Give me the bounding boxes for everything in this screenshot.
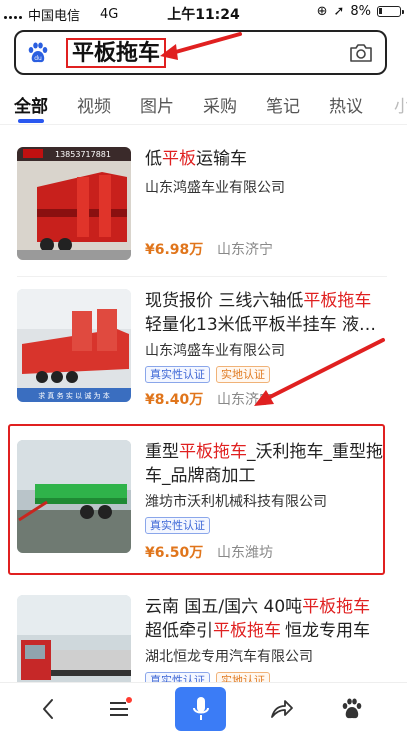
voice-search-button[interactable] <box>175 687 226 731</box>
verified-badge: 真实性认证 <box>145 672 210 682</box>
tab-video[interactable]: 视频 <box>77 92 111 117</box>
annotation-highlight-box <box>8 424 385 575</box>
baidu-paw-icon: du <box>28 42 48 63</box>
result-thumbnail[interactable] <box>17 595 131 682</box>
baidu-paw-icon <box>342 698 362 719</box>
notification-dot <box>126 697 132 703</box>
result-card[interactable]: 云南 国五/国六 40吨平板拖车超低牵引平板拖车 恒龙专用车 湖北恒龙专用汽车有限… <box>0 585 407 682</box>
thumb-slogan-text: 求 真 务 实 以 诚 为 本 <box>38 391 110 400</box>
result-thumbnail[interactable]: 求 真 务 实 以 诚 为 本 <box>17 289 131 402</box>
search-query-text[interactable]: 平板拖车 <box>66 38 167 68</box>
result-price: ¥8.40万 <box>145 392 204 408</box>
active-tab-indicator <box>18 119 44 123</box>
result-company: 湖北恒龙专用汽车有限公司 <box>145 649 313 665</box>
camera-icon[interactable] <box>349 43 373 63</box>
search-tabs: 全部 视频 图片 采购 笔记 热议 小 <box>0 86 407 120</box>
title-text: 轻量化13米低平板半挂车 液… <box>145 315 377 335</box>
result-company: 山东鸿盛车业有限公司 <box>145 343 285 359</box>
baidu-home-button[interactable] <box>332 691 372 727</box>
title-keyword: 平板拖车 <box>303 291 372 311</box>
result-title[interactable]: 现货报价 三线六轴低平板拖车轻量化13米低平板半挂车 液… <box>145 289 385 337</box>
back-button[interactable] <box>28 691 68 727</box>
menu-button[interactable] <box>99 691 139 727</box>
microphone-icon <box>192 697 209 720</box>
onsite-badge: 实地认证 <box>216 672 270 682</box>
result-price: ¥6.98万 <box>145 242 204 258</box>
title-text: 运输车 <box>196 149 247 169</box>
result-title[interactable]: 低平板运输车 <box>145 147 385 171</box>
bottom-toolbar <box>0 682 407 735</box>
search-box[interactable]: du 平板拖车 <box>14 30 387 75</box>
tab-notes[interactable]: 笔记 <box>266 92 300 117</box>
share-button[interactable] <box>262 691 302 727</box>
result-separator <box>17 276 387 277</box>
result-location: 山东济宁 <box>217 392 273 408</box>
result-location: 山东济宁 <box>217 242 273 258</box>
tab-purchase[interactable]: 采购 <box>203 92 237 117</box>
result-card[interactable]: 求 真 务 实 以 诚 为 本 现货报价 三线六轴低平板拖车轻量化13米低平板半… <box>0 279 407 419</box>
battery-icon <box>377 6 404 17</box>
tab-all[interactable]: 全部 <box>14 92 48 117</box>
share-icon <box>271 700 293 718</box>
title-keyword: 平板拖车 <box>302 597 371 617</box>
title-text: 现货报价 三线六轴低 <box>145 291 304 311</box>
result-title[interactable]: 云南 国五/国六 40吨平板拖车超低牵引平板拖车 恒龙专用车 <box>145 595 385 643</box>
tab-hot[interactable]: 热议 <box>329 92 363 117</box>
title-text: 恒龙专用车 <box>285 621 370 641</box>
title-keyword: 平板拖车 <box>213 621 281 641</box>
thumb-phone-text: 13853717881 <box>55 150 111 159</box>
svg-text:du: du <box>34 55 42 62</box>
battery-percent: 8% <box>350 4 371 19</box>
result-company: 山东鸿盛车业有限公司 <box>145 180 285 196</box>
truck-image <box>17 595 131 682</box>
onsite-badge: 实地认证 <box>216 366 270 383</box>
truck-image: 13853717881 <box>17 147 131 260</box>
lock-rotation-icon: ⊕ <box>316 4 328 19</box>
verified-badge: 真实性认证 <box>145 366 210 383</box>
title-text: 超低牵引 <box>145 621 213 641</box>
location-icon: ➚ <box>333 4 345 19</box>
status-bar: 中国电信 4G 上午11:24 ⊕ ➚ 8% <box>0 0 407 26</box>
result-card[interactable]: 13853717881 低平板运输车 山东鸿盛车业有限公司 ¥6.98万 山东济… <box>0 137 407 277</box>
tab-images[interactable]: 图片 <box>140 92 174 117</box>
tabs-divider <box>0 124 407 125</box>
tab-more-partial[interactable]: 小 <box>394 92 407 117</box>
truck-image: 求 真 务 实 以 诚 为 本 <box>17 289 131 402</box>
result-thumbnail[interactable]: 13853717881 <box>17 147 131 260</box>
title-keyword: 平板 <box>162 149 196 169</box>
title-text: 低 <box>145 149 162 169</box>
back-arrow-icon <box>43 699 53 719</box>
title-text: 云南 国五/国六 40吨 <box>145 597 303 617</box>
